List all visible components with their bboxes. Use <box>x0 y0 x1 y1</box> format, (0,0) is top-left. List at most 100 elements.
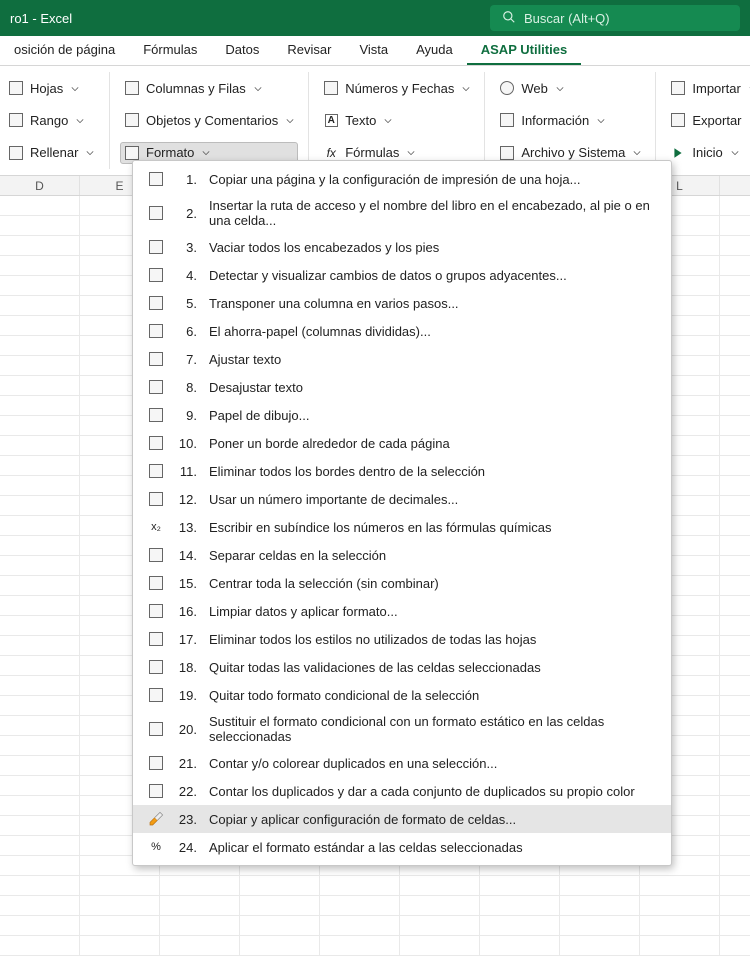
cell[interactable] <box>0 776 80 796</box>
web-button[interactable]: Web <box>495 77 645 99</box>
tab-review[interactable]: Revisar <box>273 36 345 65</box>
search-box[interactable]: Buscar (Alt+Q) <box>490 5 740 31</box>
cell[interactable] <box>160 876 240 896</box>
cell[interactable] <box>720 236 750 256</box>
text-button[interactable]: ATexto <box>319 109 474 131</box>
cell[interactable] <box>720 676 750 696</box>
cell[interactable] <box>720 416 750 436</box>
export-button[interactable]: Exportar <box>666 109 750 131</box>
cell[interactable] <box>400 896 480 916</box>
cell[interactable] <box>0 576 80 596</box>
cell[interactable] <box>480 916 560 936</box>
sheets-button[interactable]: Hojas <box>4 77 99 99</box>
cell[interactable] <box>320 896 400 916</box>
cell[interactable] <box>0 536 80 556</box>
fill-button[interactable]: Rellenar <box>4 142 99 164</box>
cell[interactable] <box>720 536 750 556</box>
cell[interactable] <box>0 696 80 716</box>
cell[interactable] <box>0 816 80 836</box>
menu-count-duplicates[interactable]: 22.Contar los duplicados y dar a cada co… <box>133 777 671 805</box>
cell[interactable] <box>640 896 720 916</box>
cell[interactable] <box>720 696 750 716</box>
import-button[interactable]: Importar <box>666 77 750 99</box>
cell[interactable] <box>0 356 80 376</box>
cell[interactable] <box>720 476 750 496</box>
cell[interactable] <box>720 916 750 936</box>
menu-transpose[interactable]: 5.Transponer una columna en varios pasos… <box>133 289 671 317</box>
cell[interactable] <box>720 936 750 956</box>
menu-unwrap-text[interactable]: 8.Desajustar texto <box>133 373 671 401</box>
cell[interactable] <box>0 376 80 396</box>
tab-view[interactable]: Vista <box>345 36 402 65</box>
cell[interactable] <box>720 376 750 396</box>
cell[interactable] <box>480 876 560 896</box>
menu-remove-styles[interactable]: 17.Eliminar todos los estilos no utiliza… <box>133 625 671 653</box>
cell[interactable] <box>0 256 80 276</box>
cell[interactable] <box>720 896 750 916</box>
tab-asap-utilities[interactable]: ASAP Utilities <box>467 36 581 65</box>
cell[interactable] <box>720 436 750 456</box>
menu-center-across[interactable]: 15.Centrar toda la selección (sin combin… <box>133 569 671 597</box>
start-button[interactable]: Inicio <box>666 142 750 164</box>
cell[interactable] <box>560 896 640 916</box>
tab-page-layout[interactable]: osición de página <box>0 36 129 65</box>
cell[interactable] <box>720 776 750 796</box>
menu-color-duplicates[interactable]: 21.Contar y/o colorear duplicados en una… <box>133 749 671 777</box>
cell[interactable] <box>640 876 720 896</box>
cell[interactable] <box>720 396 750 416</box>
cell[interactable] <box>720 736 750 756</box>
cell[interactable] <box>720 256 750 276</box>
cell[interactable] <box>320 916 400 936</box>
cell[interactable] <box>0 196 80 216</box>
range-button[interactable]: Rango <box>4 109 99 131</box>
cell[interactable] <box>320 876 400 896</box>
cell[interactable] <box>720 576 750 596</box>
cell[interactable] <box>0 296 80 316</box>
cell[interactable] <box>0 596 80 616</box>
cell[interactable] <box>0 316 80 336</box>
cell[interactable] <box>720 876 750 896</box>
cell[interactable] <box>720 216 750 236</box>
cell[interactable] <box>560 876 640 896</box>
tab-help[interactable]: Ayuda <box>402 36 467 65</box>
cell[interactable] <box>0 336 80 356</box>
menu-detect-changes[interactable]: 4.Detectar y visualizar cambios de datos… <box>133 261 671 289</box>
cell[interactable] <box>0 896 80 916</box>
menu-subscript[interactable]: x₂13.Escribir en subíndice los números e… <box>133 513 671 541</box>
tab-data[interactable]: Datos <box>211 36 273 65</box>
cell[interactable] <box>0 396 80 416</box>
menu-unmerge[interactable]: 14.Separar celdas en la selección <box>133 541 671 569</box>
cell[interactable] <box>720 316 750 336</box>
menu-replace-conditional[interactable]: 20.Sustituir el formato condicional con … <box>133 709 671 749</box>
cell[interactable] <box>0 876 80 896</box>
cell[interactable] <box>80 876 160 896</box>
cell[interactable] <box>320 936 400 956</box>
cell[interactable] <box>720 456 750 476</box>
cell[interactable] <box>80 896 160 916</box>
cell[interactable] <box>0 496 80 516</box>
cell[interactable] <box>400 876 480 896</box>
menu-wrap-text[interactable]: 7.Ajustar texto <box>133 345 671 373</box>
cell[interactable] <box>0 736 80 756</box>
cell[interactable] <box>0 916 80 936</box>
menu-paper-saver[interactable]: 6.El ahorra-papel (columnas divididas)..… <box>133 317 671 345</box>
cell[interactable] <box>0 856 80 876</box>
cell[interactable] <box>720 516 750 536</box>
cell[interactable] <box>720 756 750 776</box>
cell[interactable] <box>400 936 480 956</box>
cell[interactable] <box>0 476 80 496</box>
menu-remove-borders[interactable]: 11.Eliminar todos los bordes dentro de l… <box>133 457 671 485</box>
cell[interactable] <box>720 716 750 736</box>
cell[interactable] <box>160 916 240 936</box>
cell[interactable] <box>0 656 80 676</box>
cell[interactable] <box>0 636 80 656</box>
cell[interactable] <box>720 796 750 816</box>
menu-decimals[interactable]: 12.Usar un número importante de decimale… <box>133 485 671 513</box>
cell[interactable] <box>0 936 80 956</box>
cell[interactable] <box>240 896 320 916</box>
menu-copy-page-print[interactable]: 1.Copiar una página y la configuración d… <box>133 165 671 193</box>
menu-copy-format[interactable]: 23.Copiar y aplicar configuración de for… <box>133 805 671 833</box>
cell[interactable] <box>0 556 80 576</box>
tab-formulas[interactable]: Fórmulas <box>129 36 211 65</box>
cell[interactable] <box>720 836 750 856</box>
